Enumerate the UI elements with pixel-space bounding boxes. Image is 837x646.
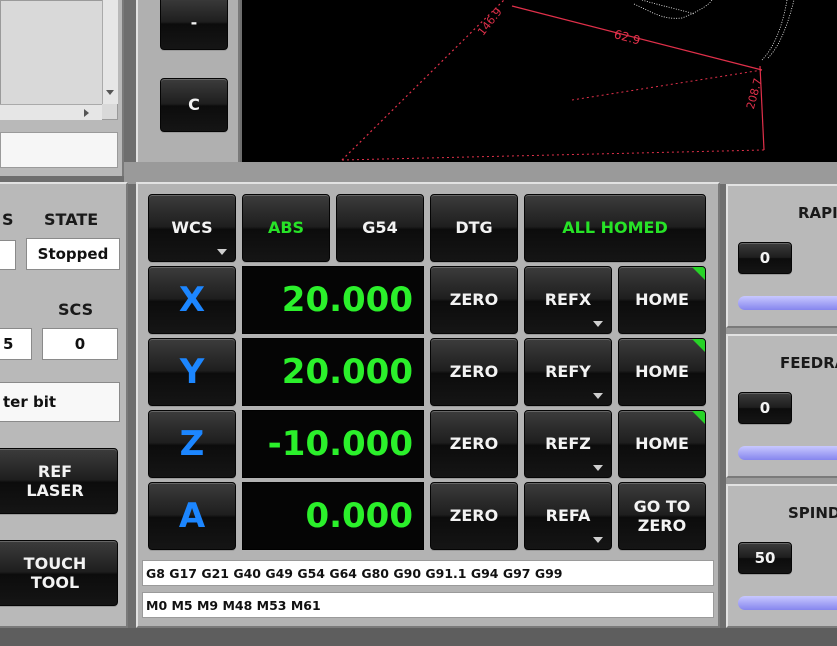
col1b-field[interactable]: 5 — [0, 328, 32, 360]
wcs-button[interactable]: WCS — [148, 194, 236, 262]
go-to-zero-a-button[interactable]: GO TO ZERO — [618, 482, 706, 550]
home-x-label: HOME — [635, 290, 689, 310]
status-panel: S STATE Stopped SCS 5 0 ter bit REF LASE… — [0, 182, 128, 628]
chevron-down-icon — [593, 393, 603, 399]
abs-button[interactable]: ABS — [242, 194, 330, 262]
zero-x-button[interactable]: ZERO — [430, 266, 518, 334]
zero-a-button[interactable]: ZERO — [430, 482, 518, 550]
file-list[interactable] — [0, 0, 118, 120]
dtg-button[interactable]: DTG — [430, 194, 518, 262]
feed-value-field[interactable]: 0 — [738, 392, 792, 424]
chevron-down-icon — [593, 537, 603, 543]
design-outline-1 — [633, 0, 713, 19]
feed-override-section: FEEDRA 0 — [726, 334, 837, 478]
dro-z-value: -10.000 — [242, 410, 424, 478]
col1-header: S — [2, 210, 14, 229]
toolpath-line-4 — [341, 149, 765, 161]
scs-header: SCS — [58, 300, 94, 319]
spindle-override-slider[interactable] — [738, 596, 837, 610]
scroll-down-icon[interactable] — [106, 90, 114, 95]
active-mcodes-field: M0 M5 M9 M48 M53 M61 — [142, 592, 714, 618]
axis-x-button[interactable]: X — [148, 266, 236, 334]
vertical-scrollbar[interactable] — [102, 0, 118, 104]
spindle-label: SPIND — [788, 504, 837, 522]
dro-x-value: 20.000 — [242, 266, 424, 334]
homed-indicator-icon — [692, 411, 705, 424]
toolpath-preview[interactable]: 146.9 62.9 208.7 — [242, 0, 837, 162]
refz-label: REFZ — [545, 434, 591, 454]
file-path-field[interactable] — [0, 132, 118, 168]
g54-button[interactable]: G54 — [336, 194, 424, 262]
refx-button[interactable]: REFX — [524, 266, 612, 334]
dro-panel: WCS ABS G54 DTG ALL HOMED X 20.000 ZERO … — [136, 182, 720, 628]
rapid-override-section: RAPI 0 — [726, 184, 837, 328]
scs-field[interactable]: 0 — [42, 328, 118, 360]
dro-a-value: 0.000 — [242, 482, 424, 550]
refx-label: REFX — [544, 290, 592, 310]
chevron-down-icon — [593, 321, 603, 327]
homed-indicator-icon — [692, 267, 705, 280]
override-panel: RAPI 0 FEEDRA 0 SPIND 50 — [726, 182, 837, 628]
horizontal-scrollbar[interactable] — [0, 104, 102, 120]
wcs-label: WCS — [171, 218, 213, 238]
scroll-right-icon[interactable] — [84, 109, 89, 117]
touch-tool-button[interactable]: TOUCH TOOL — [0, 540, 118, 606]
active-gcodes-field: G8 G17 G21 G40 G49 G54 G64 G80 G90 G91.1… — [142, 560, 714, 586]
dro-y-value: 20.000 — [242, 338, 424, 406]
state-field: Stopped — [26, 238, 120, 270]
toolpath-line-3 — [759, 65, 765, 151]
all-homed-status: ALL HOMED — [524, 194, 706, 262]
jog-button-panel: - C — [136, 0, 240, 164]
design-outline-4 — [767, 0, 795, 59]
homed-indicator-icon — [692, 339, 705, 352]
axis-y-button[interactable]: Y — [148, 338, 236, 406]
home-x-button[interactable]: HOME — [618, 266, 706, 334]
col1-field[interactable] — [0, 240, 16, 270]
refz-button[interactable]: REFZ — [524, 410, 612, 478]
minus-button[interactable]: - — [160, 0, 228, 50]
bottom-strip — [0, 628, 837, 646]
feed-label: FEEDRA — [780, 354, 837, 372]
refy-label: REFY — [545, 362, 591, 382]
refa-label: REFA — [545, 506, 591, 526]
rapid-override-slider[interactable] — [738, 296, 837, 310]
design-outline-3 — [761, 0, 788, 61]
spindle-value-field[interactable]: 50 — [738, 542, 792, 574]
c-button[interactable]: C — [160, 78, 228, 132]
state-header: STATE — [44, 210, 99, 229]
rapid-label: RAPI — [798, 204, 837, 222]
spindle-override-section: SPIND 50 — [726, 484, 837, 628]
rapid-value-field[interactable]: 0 — [738, 242, 792, 274]
zero-y-button[interactable]: ZERO — [430, 338, 518, 406]
file-list-panel — [0, 0, 124, 176]
chevron-down-icon — [593, 465, 603, 471]
home-z-label: HOME — [635, 434, 689, 454]
toolpath-line-5 — [571, 69, 763, 101]
home-y-button[interactable]: HOME — [618, 338, 706, 406]
home-y-label: HOME — [635, 362, 689, 382]
separator-band — [124, 162, 837, 184]
zero-z-button[interactable]: ZERO — [430, 410, 518, 478]
toolpath-drawing: 146.9 62.9 208.7 — [341, 0, 795, 161]
dimension-label-2: 62.9 — [612, 27, 641, 47]
tool-description-field: ter bit — [0, 382, 120, 422]
feed-override-slider[interactable] — [738, 446, 837, 460]
home-z-button[interactable]: HOME — [618, 410, 706, 478]
dimension-label-1: 146.9 — [475, 5, 505, 38]
axis-a-button[interactable]: A — [148, 482, 236, 550]
axis-z-button[interactable]: Z — [148, 410, 236, 478]
ref-laser-button[interactable]: REF LASER — [0, 448, 118, 514]
refy-button[interactable]: REFY — [524, 338, 612, 406]
chevron-down-icon — [217, 249, 227, 255]
refa-button[interactable]: REFA — [524, 482, 612, 550]
